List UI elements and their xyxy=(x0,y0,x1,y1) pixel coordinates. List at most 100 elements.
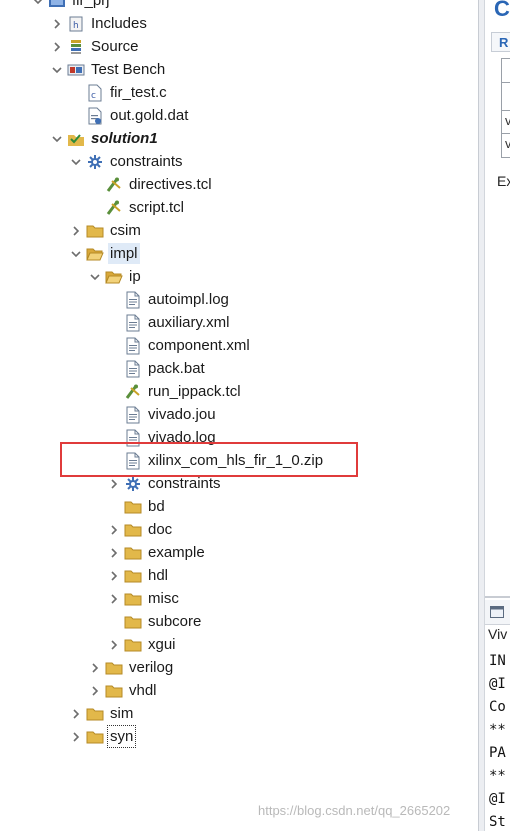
tree-row[interactable]: run_ippack.tcl xyxy=(107,380,243,403)
tree-row[interactable]: vivado.log xyxy=(107,426,218,449)
chevron-right-icon[interactable] xyxy=(69,730,83,744)
chevron-right-icon[interactable] xyxy=(69,707,83,721)
no-expander xyxy=(107,454,121,468)
chevron-down-icon[interactable] xyxy=(69,155,83,169)
tree-item-label[interactable]: hdl xyxy=(146,565,170,586)
tree-row[interactable]: subcore xyxy=(107,610,203,633)
tree-item-label[interactable]: impl xyxy=(108,243,140,264)
chevron-right-icon[interactable] xyxy=(107,477,121,491)
tcl-file-icon xyxy=(105,199,123,217)
tree-row[interactable]: bd xyxy=(107,495,167,518)
chevron-right-icon[interactable] xyxy=(107,638,121,652)
tree-row[interactable]: constraints xyxy=(69,150,185,173)
tree-item-label[interactable]: xgui xyxy=(146,634,178,655)
tree-row[interactable]: vivado.jou xyxy=(107,403,218,426)
tree-item-label[interactable]: vivado.jou xyxy=(146,404,218,425)
tree-row[interactable]: pack.bat xyxy=(107,357,207,380)
tree-row[interactable]: misc xyxy=(107,587,181,610)
tree-row[interactable]: constraints xyxy=(107,472,223,495)
chevron-down-icon[interactable] xyxy=(31,0,45,8)
tree-item-label[interactable]: auxiliary.xml xyxy=(146,312,231,333)
editor-tab[interactable]: R xyxy=(491,32,510,52)
tree-item-label[interactable]: subcore xyxy=(146,611,203,632)
tree-item-label[interactable]: misc xyxy=(146,588,181,609)
file-icon xyxy=(124,314,142,332)
tree-item-label[interactable]: ip xyxy=(127,266,143,287)
constraints-icon xyxy=(124,475,142,493)
tree-row[interactable]: ip xyxy=(88,265,143,288)
tree-row[interactable]: autoimpl.log xyxy=(107,288,231,311)
tree-item-label[interactable]: constraints xyxy=(146,473,223,494)
chevron-down-icon[interactable] xyxy=(50,132,64,146)
tree-row[interactable]: script.tcl xyxy=(88,196,186,219)
tree-item-label[interactable]: Source xyxy=(89,36,141,57)
file-icon xyxy=(124,429,142,447)
tree-row[interactable]: solution1 xyxy=(50,127,160,150)
chevron-right-icon[interactable] xyxy=(107,523,121,537)
chevron-right-icon[interactable] xyxy=(88,661,102,675)
tree-item-label[interactable]: fir_prj xyxy=(70,0,112,11)
chevron-right-icon[interactable] xyxy=(50,17,64,31)
tree-row[interactable]: hdl xyxy=(107,564,170,587)
folder-icon xyxy=(86,705,104,723)
tree-row[interactable]: fir_prj xyxy=(31,0,112,12)
tree-row[interactable]: syn xyxy=(69,725,137,748)
tree-item-label[interactable]: directives.tcl xyxy=(127,174,214,195)
tree-row[interactable]: xgui xyxy=(107,633,178,656)
chevron-right-icon[interactable] xyxy=(107,546,121,560)
tree-item-label[interactable]: xilinx_com_hls_fir_1_0.zip xyxy=(146,450,325,471)
tree-item-label[interactable]: solution1 xyxy=(89,128,160,149)
tree-item-label[interactable]: run_ippack.tcl xyxy=(146,381,243,402)
no-expander xyxy=(107,339,121,353)
chevron-right-icon[interactable] xyxy=(88,684,102,698)
tree-row[interactable]: c fir_test.c xyxy=(69,81,169,104)
chevron-down-icon[interactable] xyxy=(88,270,102,284)
no-expander xyxy=(88,178,102,192)
tree-row[interactable]: csim xyxy=(69,219,143,242)
tree-item-label[interactable]: doc xyxy=(146,519,174,540)
tree-row[interactable]: verilog xyxy=(88,656,175,679)
tree-item-label[interactable]: script.tcl xyxy=(127,197,186,218)
tree-row[interactable]: sim xyxy=(69,702,135,725)
chevron-right-icon[interactable] xyxy=(69,224,83,238)
tree-item-label[interactable]: Includes xyxy=(89,13,149,34)
tree-row[interactable]: xilinx_com_hls_fir_1_0.zip xyxy=(107,449,325,472)
chevron-down-icon[interactable] xyxy=(69,247,83,261)
tree-item-label[interactable]: out.gold.dat xyxy=(108,105,190,126)
chevron-right-icon[interactable] xyxy=(107,592,121,606)
tree-row[interactable]: Test Bench xyxy=(50,58,167,81)
console-tab-bar[interactable] xyxy=(485,600,510,625)
tree-item-label[interactable]: vhdl xyxy=(127,680,159,701)
tree-row[interactable]: Source xyxy=(50,35,141,58)
tree-item-label[interactable]: syn xyxy=(106,725,137,748)
tree-item-label[interactable]: Test Bench xyxy=(89,59,167,80)
chevron-right-icon[interactable] xyxy=(107,569,121,583)
pane-separator xyxy=(485,596,510,598)
console-output: IN@ICo**PA**@IStTa xyxy=(485,650,510,831)
tree-item-label[interactable]: autoimpl.log xyxy=(146,289,231,310)
tree-row[interactable]: directives.tcl xyxy=(88,173,214,196)
chevron-down-icon[interactable] xyxy=(50,63,64,77)
tree-item-label[interactable]: sim xyxy=(108,703,135,724)
tree-row[interactable]: out.gold.dat xyxy=(69,104,190,127)
tree-item-label[interactable]: verilog xyxy=(127,657,175,678)
tree-row[interactable]: auxiliary.xml xyxy=(107,311,231,334)
tree-row[interactable]: vhdl xyxy=(88,679,159,702)
tree-row[interactable]: doc xyxy=(107,518,174,541)
tree-row[interactable]: h Includes xyxy=(50,12,149,35)
testbench-icon xyxy=(67,61,85,79)
tree-row[interactable]: impl xyxy=(69,242,140,265)
tree-item-label[interactable]: csim xyxy=(108,220,143,241)
tree-row[interactable]: component.xml xyxy=(107,334,252,357)
tree-item-label[interactable]: constraints xyxy=(108,151,185,172)
tree-item-label[interactable]: bd xyxy=(146,496,167,517)
tree-item-label[interactable]: vivado.log xyxy=(146,427,218,448)
folder-icon xyxy=(124,567,142,585)
tree-item-label[interactable]: fir_test.c xyxy=(108,82,169,103)
tree-item-label[interactable]: example xyxy=(146,542,207,563)
tree-item-label[interactable]: component.xml xyxy=(146,335,252,356)
no-expander xyxy=(107,362,121,376)
chevron-right-icon[interactable] xyxy=(50,40,64,54)
tree-row[interactable]: example xyxy=(107,541,207,564)
tree-item-label[interactable]: pack.bat xyxy=(146,358,207,379)
